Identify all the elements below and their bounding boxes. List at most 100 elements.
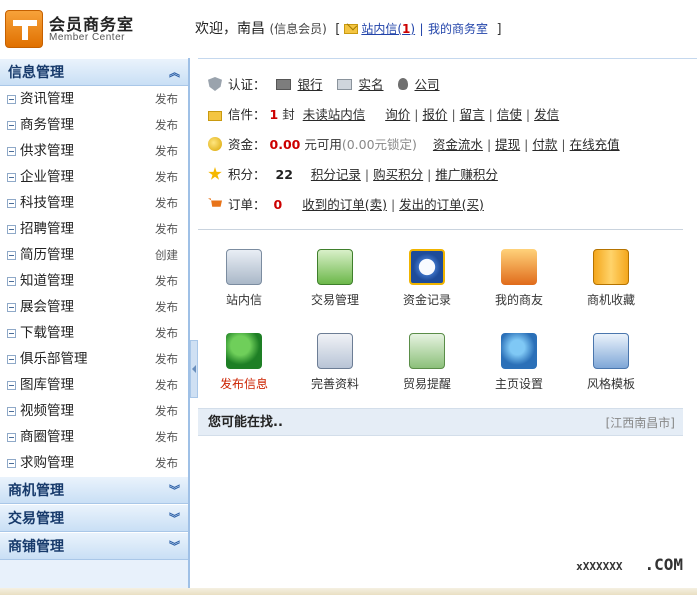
header-separator: | <box>419 22 424 36</box>
minus-icon <box>7 381 16 390</box>
item-action[interactable]: 发布 <box>155 86 178 112</box>
sidebar-item[interactable]: 俱乐部管理 发布 <box>0 346 188 372</box>
received-orders-link[interactable]: 收到的订单(卖) <box>302 197 387 212</box>
bracket-close: ] <box>496 22 502 37</box>
shield-icon <box>208 77 222 91</box>
suggest-location[interactable]: [江西南昌市] <box>606 409 675 437</box>
item-action[interactable]: 发布 <box>155 424 178 450</box>
sidebar-item[interactable]: 简历管理 创建 <box>0 242 188 268</box>
buy-points-link[interactable]: 购买积分 <box>373 167 423 182</box>
sidebar-section-opportunity[interactable]: 商机管理 ︾ <box>0 476 188 504</box>
sidebar-info-menu: 资讯管理 发布 商务管理 发布 供求管理 发布 企业管理 发布 科技管理 发布 招聘管理发… <box>0 86 188 476</box>
item-action[interactable]: 发布 <box>155 164 178 190</box>
sidebar-item[interactable]: 商圈管理 发布 <box>0 424 188 450</box>
item-action[interactable]: 发布 <box>155 450 178 476</box>
trade-icon <box>317 249 353 285</box>
tile-funds-record[interactable]: 资金记录 <box>387 249 467 308</box>
tile-friends[interactable]: 我的商友 <box>479 249 559 308</box>
orders-count: 0 <box>273 197 283 212</box>
inbox-icon <box>226 249 262 285</box>
message-link[interactable]: 留言 <box>460 107 485 122</box>
inquiry-link[interactable]: 询价 <box>385 107 410 122</box>
tile-inbox[interactable]: 站内信 <box>204 249 284 308</box>
id-card-icon <box>336 79 352 90</box>
sent-orders-link[interactable]: 发出的订单(买) <box>399 197 484 212</box>
minus-icon <box>7 147 16 156</box>
member-role: (信息会员) <box>269 22 327 36</box>
inbox-link[interactable]: 站内信(1) <box>361 22 415 36</box>
sidebar-section-trade[interactable]: 交易管理 ︾ <box>0 504 188 532</box>
sidebar-item[interactable]: 图库管理 发布 <box>0 372 188 398</box>
item-action[interactable]: 发布 <box>155 320 178 346</box>
sidebar-item[interactable]: 求购管理 发布 <box>0 450 188 476</box>
sidebar-item[interactable]: 科技管理 发布 <box>0 190 188 216</box>
sidebar: 信息管理 ︽ 资讯管理 发布 商务管理 发布 供求管理 发布 企业管理 发布 科技管理发… <box>0 58 190 588</box>
minus-icon <box>7 121 16 130</box>
funds-locked: (0.00元锁定) <box>341 137 417 152</box>
unread-mail-link[interactable]: 未读站内信 <box>303 107 366 122</box>
withdraw-link[interactable]: 提现 <box>495 137 520 152</box>
recharge-link[interactable]: 在线充值 <box>570 137 620 152</box>
chevron-down-icon: ︾ <box>169 484 180 497</box>
messenger-link[interactable]: 信使 <box>497 107 522 122</box>
item-action[interactable]: 发布 <box>155 112 178 138</box>
template-icon <box>593 333 629 369</box>
bottom-bar <box>0 588 697 595</box>
sidebar-collapse-handle[interactable] <box>190 340 198 398</box>
cert-realname-link[interactable]: 实名 <box>359 77 384 92</box>
sidebar-item[interactable]: 招聘管理 发布 <box>0 216 188 242</box>
sidebar-item[interactable]: 视频管理 发布 <box>0 398 188 424</box>
money-clock-icon <box>409 249 445 285</box>
send-mail-link[interactable]: 发信 <box>534 107 559 122</box>
item-action[interactable]: 创建 <box>155 242 178 268</box>
sidebar-item[interactable]: 供求管理 发布 <box>0 138 188 164</box>
item-action[interactable]: 发布 <box>155 138 178 164</box>
item-action[interactable]: 发布 <box>155 346 178 372</box>
minus-icon <box>7 433 16 442</box>
my-office-link[interactable]: 我的商务室 <box>428 22 488 36</box>
item-action[interactable]: 发布 <box>155 398 178 424</box>
minus-icon <box>7 173 16 182</box>
item-action[interactable]: 发布 <box>155 216 178 242</box>
minus-icon <box>7 303 16 312</box>
tile-remind[interactable]: 贸易提醒 <box>387 333 467 392</box>
envelope-icon <box>344 24 359 34</box>
item-action[interactable]: 发布 <box>155 372 178 398</box>
tile-publish[interactable]: 发布信息 <box>204 333 284 392</box>
item-action[interactable]: 发布 <box>155 190 178 216</box>
tile-trade[interactable]: 交易管理 <box>295 249 375 308</box>
funds-flow-link[interactable]: 资金流水 <box>433 137 483 152</box>
sidebar-section-shop[interactable]: 商铺管理 ︾ <box>0 532 188 560</box>
company-icon <box>397 78 408 90</box>
welcome-bar: 欢迎，南昌 (信息会员) [站内信(1) | 我的商务室 ] <box>195 18 506 38</box>
item-action[interactable]: 发布 <box>155 268 178 294</box>
minus-icon <box>7 459 16 468</box>
quote-link[interactable]: 报价 <box>422 107 447 122</box>
funds-amount: 0.00 <box>269 137 301 152</box>
sidebar-item[interactable]: 商务管理 发布 <box>0 112 188 138</box>
tile-profile[interactable]: 完善资料 <box>295 333 375 392</box>
tile-homepage[interactable]: 主页设置 <box>479 333 559 392</box>
cert-bank-link[interactable]: 银行 <box>298 77 323 92</box>
mail-row: 信件： 1 封 未读站内信 询价 | 报价 | 留言 | 信使 | 发信 <box>208 105 563 125</box>
sidebar-item[interactable]: 知道管理 发布 <box>0 268 188 294</box>
sidebar-section-info[interactable]: 信息管理 ︽ <box>0 58 188 86</box>
star-icon <box>208 167 222 180</box>
tile-template[interactable]: 风格模板 <box>571 333 651 392</box>
mail-count: 1 <box>269 107 279 122</box>
earn-points-link[interactable]: 推广赚积分 <box>435 167 498 182</box>
tile-favorites[interactable]: 商机收藏 <box>571 249 651 308</box>
cert-company-link[interactable]: 公司 <box>415 77 440 92</box>
home-globe-icon <box>501 333 537 369</box>
points-value: 22 <box>275 167 293 182</box>
sidebar-item[interactable]: 展会管理 发布 <box>0 294 188 320</box>
sidebar-item[interactable]: 资讯管理 发布 <box>0 86 188 112</box>
envelope-icon <box>208 111 222 121</box>
item-action[interactable]: 发布 <box>155 294 178 320</box>
pay-link[interactable]: 付款 <box>532 137 557 152</box>
logo-icon <box>5 10 43 48</box>
sidebar-item[interactable]: 企业管理 发布 <box>0 164 188 190</box>
points-record-link[interactable]: 积分记录 <box>311 167 361 182</box>
sidebar-item[interactable]: 下载管理 发布 <box>0 320 188 346</box>
minus-icon <box>7 407 16 416</box>
